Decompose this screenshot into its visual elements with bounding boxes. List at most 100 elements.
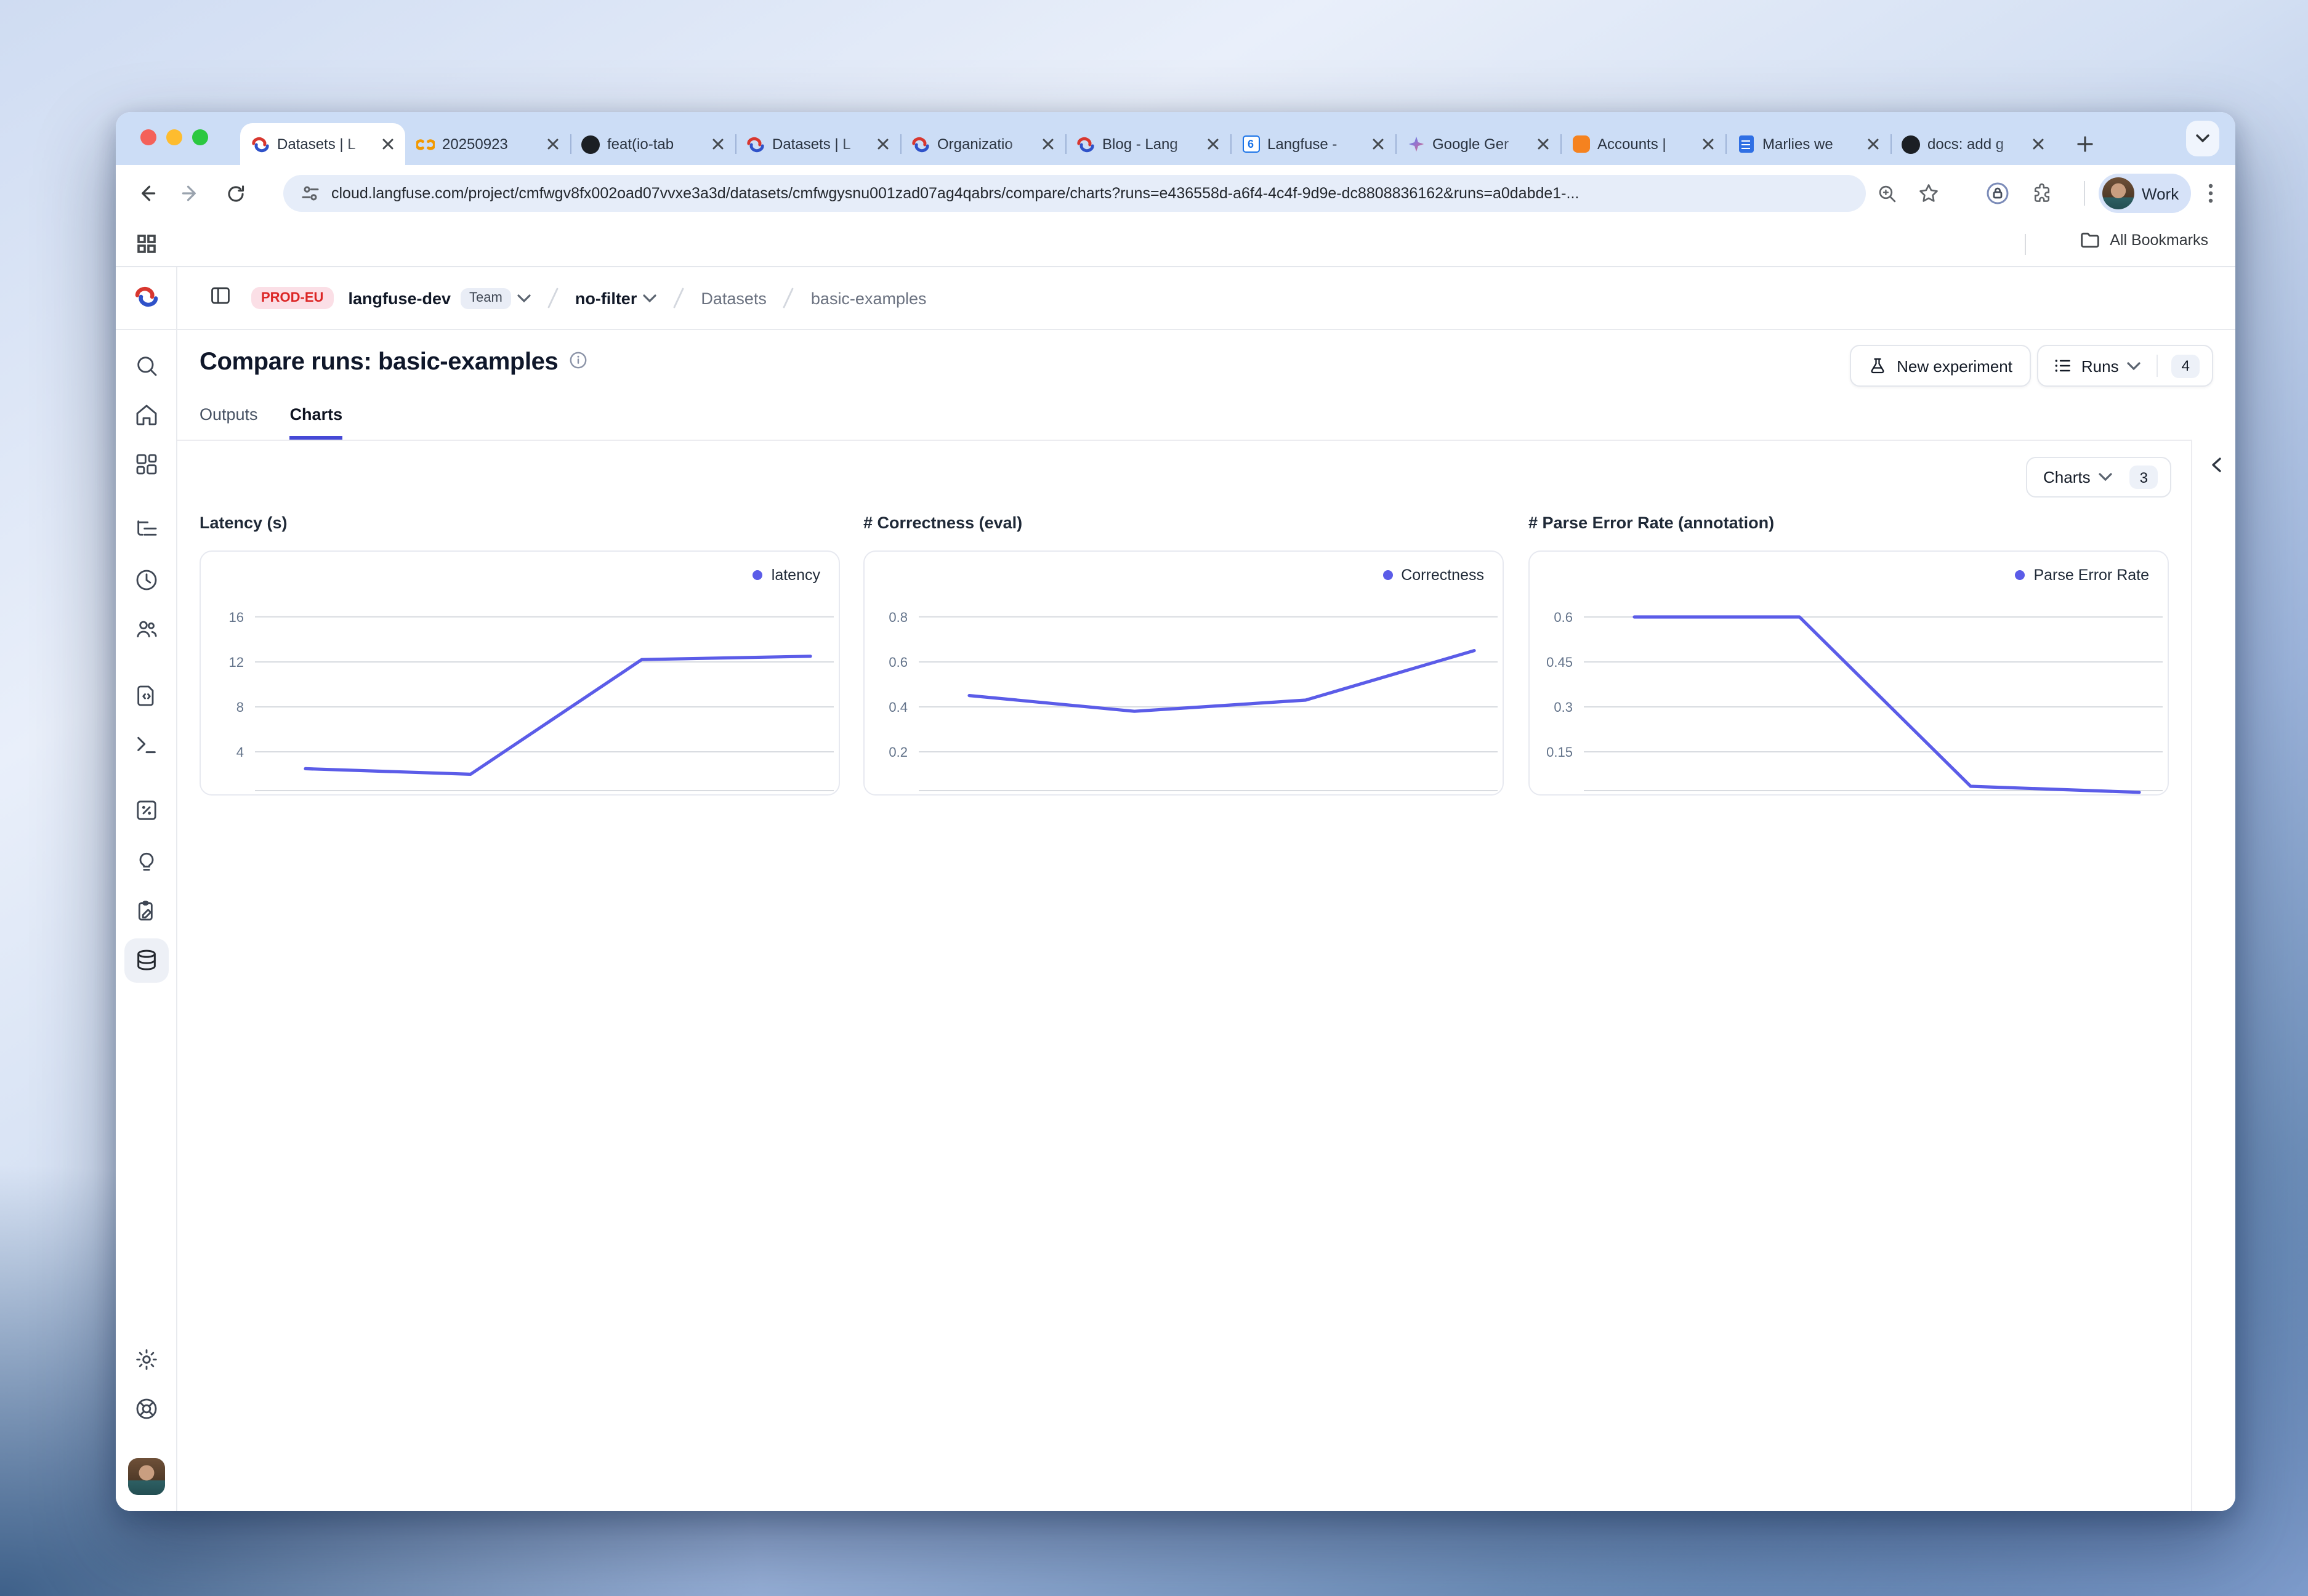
info-icon[interactable] (569, 350, 587, 375)
legend-dot-icon (753, 570, 763, 580)
browser-tab[interactable]: Google Ger (1395, 123, 1560, 165)
browser-tab[interactable]: Organizatio (900, 123, 1065, 165)
browser-tab[interactable]: docs: add g (1890, 123, 2056, 165)
extensions-icon[interactable] (2030, 181, 2054, 206)
runs-dropdown-button[interactable]: Runs 4 (2037, 345, 2213, 387)
apps-grid-icon[interactable] (135, 233, 158, 261)
all-bookmarks-button[interactable]: All Bookmarks (2080, 232, 2208, 249)
tab-list: Datasets | L 20250923 feat(io-tab Datase… (240, 123, 2056, 165)
tab-title: docs: add g (1927, 135, 2022, 153)
close-tab-icon[interactable] (1370, 135, 1387, 153)
close-tab-icon[interactable] (544, 135, 562, 153)
flask-icon (1868, 357, 1887, 375)
tab-outputs[interactable]: Outputs (200, 405, 258, 440)
svg-text:12: 12 (229, 655, 244, 670)
user-avatar[interactable] (128, 1458, 165, 1495)
legend-label: latency (772, 566, 820, 584)
close-tab-icon[interactable] (1865, 135, 1882, 153)
collapse-panel-icon[interactable] (2205, 453, 2227, 475)
charts-dropdown-button[interactable]: Charts 3 (2026, 457, 2171, 498)
new-experiment-button[interactable]: New experiment (1850, 345, 2031, 387)
sessions-clock-icon[interactable] (134, 568, 159, 592)
support-lifebuoy-icon[interactable] (134, 1396, 159, 1421)
password-manager-icon[interactable] (1985, 181, 2010, 206)
tracing-icon[interactable] (134, 517, 159, 542)
back-icon[interactable] (133, 180, 160, 207)
close-tab-icon[interactable] (2030, 135, 2047, 153)
tab-title: Datasets | L (277, 135, 372, 153)
playground-terminal-icon[interactable] (134, 733, 159, 757)
org-name[interactable]: langfuse-dev (348, 289, 451, 307)
reload-icon[interactable] (222, 180, 249, 207)
close-tab-icon[interactable] (709, 135, 727, 153)
close-tab-icon[interactable] (1535, 135, 1552, 153)
browser-menu-icon[interactable] (2197, 180, 2224, 207)
browser-tab[interactable]: 6 Langfuse - (1230, 123, 1395, 165)
runs-label: Runs (2081, 357, 2119, 375)
new-tab-button[interactable] (2072, 131, 2099, 158)
project-name[interactable]: no-filter (575, 289, 637, 307)
svg-text:16: 16 (229, 610, 244, 625)
github-favicon-icon (1902, 135, 1920, 153)
langfuse-logo-icon[interactable] (134, 284, 159, 315)
panel-toggle-icon[interactable] (209, 284, 232, 312)
address-bar[interactable]: cloud.langfuse.com/project/cmfwgv8fx002o… (283, 175, 1866, 212)
close-tab-icon[interactable] (874, 135, 892, 153)
legend-label: Parse Error Rate (2033, 566, 2149, 584)
forward-icon[interactable] (177, 180, 204, 207)
runs-count-badge: 4 (2172, 354, 2200, 377)
new-experiment-label: New experiment (1897, 357, 2012, 375)
svg-text:0.15: 0.15 (1546, 744, 1573, 760)
home-icon[interactable] (134, 403, 159, 427)
settings-gear-icon[interactable] (134, 1347, 159, 1372)
bookmark-star-icon[interactable] (1916, 181, 1941, 206)
doc-favicon-icon (1737, 135, 1755, 153)
legend-label: Correctness (1401, 566, 1484, 584)
browser-window: Datasets | L 20250923 feat(io-tab Datase… (116, 112, 2235, 1511)
users-icon[interactable] (134, 617, 159, 642)
breadcrumb-datasets-link[interactable]: Datasets (701, 289, 767, 307)
browser-tab[interactable]: Accounts | (1560, 123, 1725, 165)
tab-search-button[interactable] (2186, 121, 2219, 156)
browser-profile-chip[interactable]: Work (2099, 174, 2191, 213)
svg-text:0.2: 0.2 (889, 744, 908, 760)
desktop: Datasets | L 20250923 feat(io-tab Datase… (0, 0, 2308, 1596)
tab-title: 20250923 (442, 135, 537, 153)
breadcrumb-slash (546, 287, 560, 309)
evaluators-icon[interactable] (134, 798, 159, 823)
tab-title: Blog - Lang (1102, 135, 1197, 153)
chevron-down-icon[interactable] (517, 294, 531, 302)
tab-charts[interactable]: Charts (290, 405, 343, 440)
close-tab-icon[interactable] (1204, 135, 1222, 153)
close-window-button[interactable] (140, 129, 156, 145)
annotation-queues-icon[interactable] (134, 899, 159, 924)
experiments-lightbulb-icon[interactable] (134, 850, 159, 874)
datasets-database-icon[interactable] (134, 948, 159, 973)
browser-tab[interactable]: Datasets | L (735, 123, 900, 165)
legend-dot-icon (2015, 570, 2025, 580)
page-title: Compare runs: basic-examples (200, 349, 558, 377)
breadcrumb: PROD-EU langfuse-dev Team no-filter Data… (177, 267, 2235, 329)
zoom-icon[interactable] (1874, 181, 1899, 206)
langfuse-app: PROD-EU langfuse-dev Team no-filter Data… (116, 267, 2235, 1511)
browser-tab[interactable]: feat(io-tab (570, 123, 735, 165)
tab-title: Organizatio (937, 135, 1032, 153)
browser-tab[interactable]: Blog - Lang (1065, 123, 1230, 165)
chevron-down-icon[interactable] (643, 294, 656, 302)
minimize-window-button[interactable] (166, 129, 182, 145)
profile-name: Work (2142, 184, 2179, 203)
browser-tab[interactable]: 20250923 (405, 123, 570, 165)
langfuse-favicon-icon (746, 135, 765, 153)
browser-tab[interactable]: Marlies we (1725, 123, 1890, 165)
chart-legend: Correctness (1382, 566, 1484, 584)
close-tab-icon[interactable] (1039, 135, 1057, 153)
close-tab-icon[interactable] (379, 135, 397, 153)
search-icon[interactable] (134, 353, 159, 378)
prompts-icon[interactable] (134, 683, 159, 708)
colab-favicon-icon (416, 135, 435, 153)
browser-tab[interactable]: Datasets | L (240, 123, 405, 165)
maximize-window-button[interactable] (192, 129, 208, 145)
site-settings-icon[interactable] (301, 183, 320, 203)
close-tab-icon[interactable] (1700, 135, 1717, 153)
dashboards-icon[interactable] (134, 452, 159, 477)
